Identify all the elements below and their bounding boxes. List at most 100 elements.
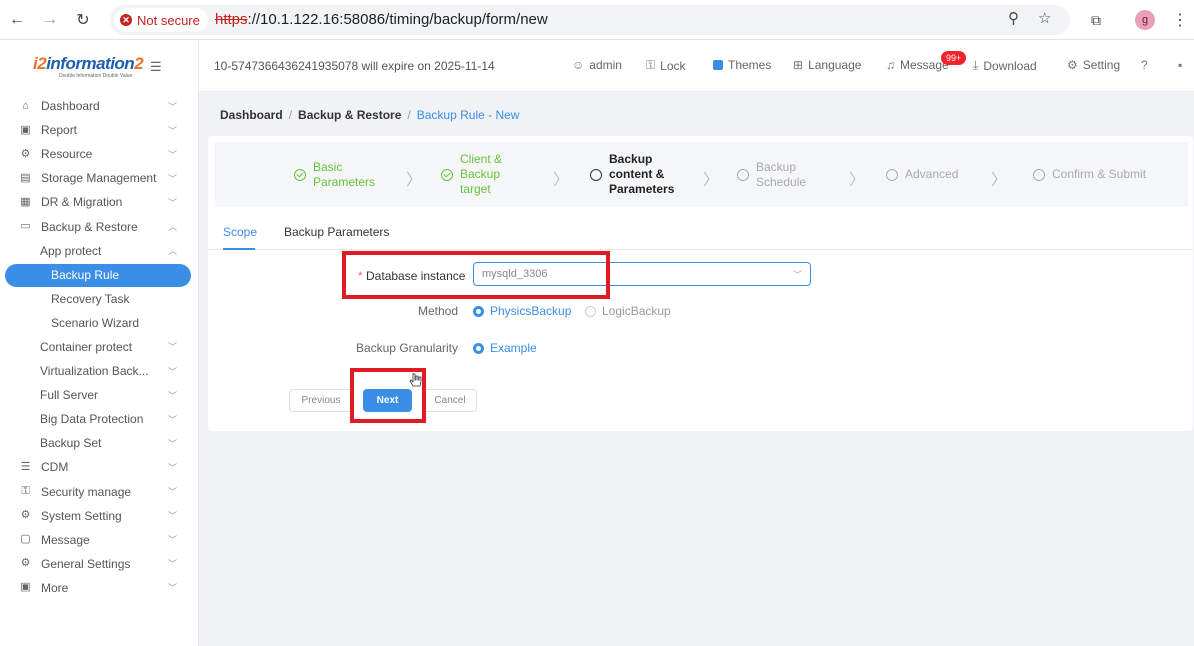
sidebar-item-dashboard[interactable]: ⌂ Dashboard ﹀	[0, 94, 199, 118]
wizard-steps: Basic Parameters 〉 Client & Backup target 〉…	[215, 142, 1188, 207]
download-button[interactable]: ⤓ Download	[973, 58, 1037, 73]
user-icon: ☺	[572, 58, 585, 72]
language-button[interactable]: ⊞ Language	[793, 58, 861, 72]
chevron-down-icon: ﹀	[168, 583, 178, 594]
step-confirm-submit[interactable]: Confirm & Submit	[1033, 142, 1146, 207]
gear-icon: ⚙	[20, 557, 31, 570]
step-client-backup-target[interactable]: Client & Backup target	[441, 142, 502, 207]
license-expire-text: 10-5747366436241935078 will expire on 20…	[214, 59, 495, 73]
sidebar-item-storage-management[interactable]: ▤ Storage Management ﹀	[0, 166, 199, 190]
message-count-badge: 99+	[941, 51, 967, 65]
bookmark-star-icon[interactable]: ☆	[1038, 9, 1051, 27]
sidebar-item-resource[interactable]: ⚙ Resource ﹀	[0, 142, 199, 166]
not-secure-chip[interactable]: ✕ Not secure	[114, 8, 208, 32]
warning-icon: ✕	[120, 14, 132, 26]
sidebar-item-system-setting[interactable]: ⚙ System Setting ﹀	[0, 504, 199, 528]
chevron-right-icon: 〉	[991, 172, 1008, 189]
method-physics-backup-radio[interactable]: PhysicsBackup	[473, 304, 571, 318]
collapse-menu-icon[interactable]: ☰	[150, 59, 162, 75]
chevron-down-icon: ﹀	[168, 101, 178, 112]
breadcrumb: Dashboard / Backup & Restore / Backup Rule -…	[220, 108, 520, 122]
check-circle-icon	[294, 168, 306, 181]
sidebar-item-big-data-protection[interactable]: Big Data Protection ﹀	[0, 407, 199, 431]
chevron-right-icon: 〉	[406, 172, 423, 189]
sidebar-item-message[interactable]: ▢ Message ﹀	[0, 528, 199, 552]
step-circle-icon	[590, 168, 602, 181]
gear-icon: ⚙	[20, 509, 31, 522]
method-label: Method	[417, 304, 458, 318]
dr-icon: ▦	[20, 195, 31, 208]
breadcrumb-current: Backup Rule - New	[416, 108, 520, 122]
sidebar-item-report[interactable]: ▣ Report ﹀	[0, 118, 199, 142]
step-advanced[interactable]: Advanced	[886, 142, 958, 207]
tab-scope[interactable]: Scope	[223, 225, 257, 239]
profile-avatar[interactable]: g	[1135, 10, 1155, 30]
forward-icon[interactable]: →	[38, 8, 62, 32]
extensions-icon[interactable]: ⧉	[1084, 8, 1108, 32]
themes-button[interactable]: Themes	[713, 58, 771, 72]
sidebar-item-more[interactable]: ▣ More ﹀	[0, 576, 199, 600]
chevron-down-icon: ﹀	[168, 511, 178, 522]
chevron-down-icon: ﹀	[168, 342, 178, 353]
url-text[interactable]: https://10.1.122.16:58086/timing/backup/…	[215, 11, 548, 28]
zoom-icon[interactable]: ⚲	[1008, 9, 1019, 27]
message-button[interactable]: ♫ Message	[886, 58, 949, 72]
sidebar-item-virtualization-backup[interactable]: Virtualization Back... ﹀	[0, 359, 199, 383]
chevron-right-icon: 〉	[849, 172, 866, 189]
reload-icon[interactable]: ↻	[71, 8, 95, 32]
chevron-down-icon: ﹀	[168, 173, 178, 184]
chevron-down-icon: ﹀	[168, 535, 178, 546]
step-backup-content[interactable]: Backup content & Parameters	[590, 142, 674, 207]
sidebar-item-container-protect[interactable]: Container protect ﹀	[0, 335, 199, 359]
sidebar-item-backup-restore[interactable]: ▭ Backup & Restore ︿	[0, 214, 199, 238]
sidebar-item-dr-migration[interactable]: ▦ DR & Migration ﹀	[0, 190, 199, 214]
user-menu[interactable]: ☺ admin	[572, 58, 622, 72]
chevron-up-icon: ︿	[168, 246, 178, 257]
step-circle-icon	[886, 168, 898, 181]
help-icon[interactable]: ?	[1141, 58, 1148, 72]
chevron-down-icon: ﹀	[168, 462, 178, 473]
sidebar-item-recovery-task[interactable]: Recovery Task	[0, 287, 199, 311]
sidebar-item-full-server[interactable]: Full Server ﹀	[0, 383, 199, 407]
step-backup-schedule[interactable]: Backup Schedule	[737, 142, 806, 207]
home-icon: ⌂	[22, 99, 29, 112]
step-basic-parameters[interactable]: Basic Parameters	[294, 142, 375, 207]
theme-swatch-icon	[713, 60, 723, 70]
breadcrumb-backup-restore[interactable]: Backup & Restore	[298, 108, 401, 122]
back-icon[interactable]: ←	[5, 8, 29, 32]
granularity-example-radio[interactable]: Example	[473, 341, 537, 355]
resource-icon: ⚙	[20, 147, 31, 160]
chevron-down-icon: ﹀	[792, 270, 802, 280]
lock-button[interactable]: ⚿ Lock	[646, 58, 686, 73]
previous-button[interactable]: Previous	[289, 389, 353, 412]
sidebar-item-cdm[interactable]: ☰ CDM ﹀	[0, 455, 199, 479]
backup-granularity-label: Backup Granularity	[355, 341, 458, 355]
tab-backup-parameters[interactable]: Backup Parameters	[284, 225, 389, 239]
cdm-icon: ☰	[20, 460, 31, 473]
chevron-down-icon: ﹀	[168, 438, 178, 449]
more-icon: ▣	[20, 581, 31, 594]
browser-toolbar: ← → ↻ ✕ Not secure https://10.1.122.16:5…	[0, 0, 1194, 40]
app-header: 10-5747366436241935078 will expire on 20…	[199, 40, 1194, 92]
sidebar-item-security-manage[interactable]: ⚿ Security manage ﹀	[0, 480, 199, 504]
breadcrumb-dashboard[interactable]: Dashboard	[220, 108, 283, 122]
check-circle-icon	[441, 168, 453, 181]
sidebar-item-scenario-wizard[interactable]: Scenario Wizard	[0, 311, 199, 335]
chevron-down-icon: ﹀	[168, 366, 178, 377]
setting-button[interactable]: ⚙ Setting	[1067, 58, 1120, 72]
chevron-down-icon: ﹀	[168, 414, 178, 425]
sidebar-item-backup-rule[interactable]: Backup Rule	[0, 263, 199, 287]
sidebar-item-app-protect[interactable]: App protect ︿	[0, 239, 199, 263]
browser-menu-icon[interactable]: ⋮	[1168, 8, 1192, 32]
address-bar[interactable]: ✕ Not secure https://10.1.122.16:58086/t…	[110, 5, 1070, 35]
cancel-button[interactable]: Cancel	[423, 389, 477, 412]
chevron-right-icon: 〉	[553, 172, 570, 189]
method-logic-backup-radio[interactable]: LogicBackup	[585, 304, 671, 318]
sidebar-menu: ⌂ Dashboard ﹀ ▣ Report ﹀ ⚙ Resource ﹀ ▤ Storage…	[0, 94, 199, 600]
lock-icon: ⚿	[646, 58, 656, 72]
fullscreen-icon[interactable]: ▪	[1178, 58, 1182, 72]
sidebar: i2information2 Double Information Double…	[0, 40, 199, 646]
sidebar-item-backup-set[interactable]: Backup Set ﹀	[0, 431, 199, 455]
sidebar-item-general-settings[interactable]: ⚙ General Settings ﹀	[0, 552, 199, 576]
active-tab-indicator	[223, 248, 255, 250]
